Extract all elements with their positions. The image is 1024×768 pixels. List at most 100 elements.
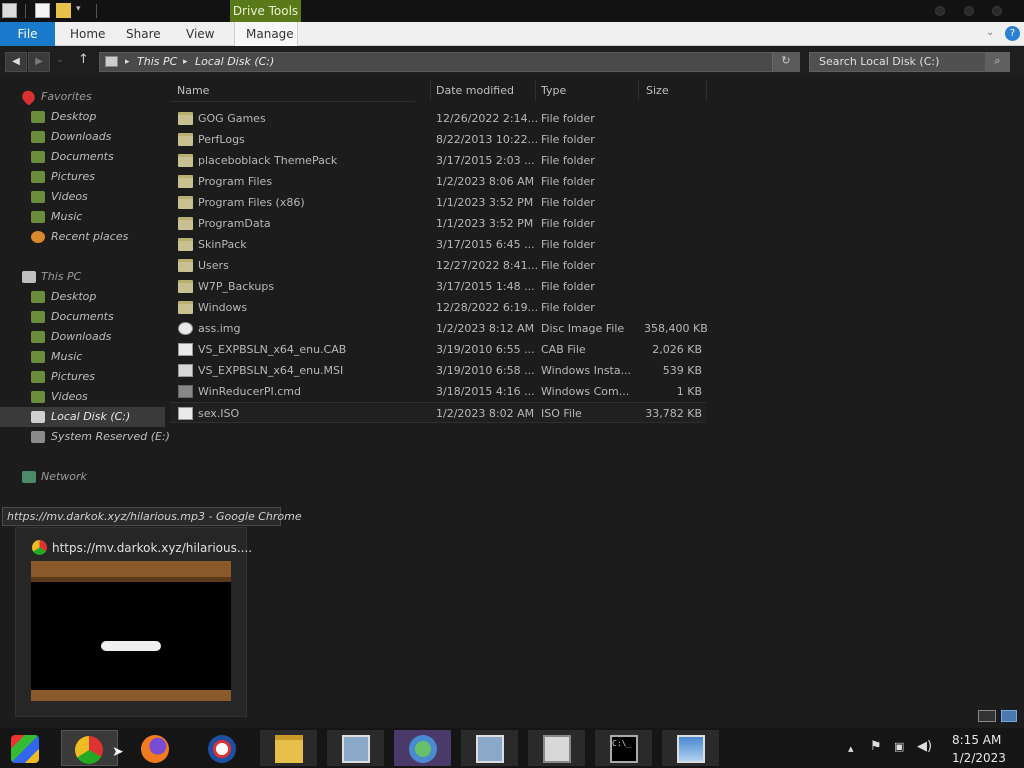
file-row[interactable]: Users 12/27/2022 8:41... File folder [170,255,706,276]
window-icon[interactable] [2,3,17,18]
up-icon[interactable]: ↑ [78,52,89,67]
file-row[interactable]: W7P_Backups 3/17/2015 1:48 ... File folder [170,276,706,297]
back-button[interactable]: ◀ [5,52,27,72]
nav-this-pc[interactable]: This PC [0,267,165,287]
expand-ribbon-icon[interactable]: ⌄ [986,27,994,38]
nav-network[interactable]: Network [0,467,165,487]
tab-file[interactable]: File [0,22,55,46]
breadcrumb-this-pc[interactable]: This PC [137,53,177,71]
folder-icon [178,217,193,230]
taskbar: ➤ C:\_ ▴ ⚑ ▣ ◀) 8:15 AM 1/2/2023 [0,728,1024,768]
taskbar-archive[interactable] [528,730,585,766]
cab-file-icon [178,343,193,356]
sidebar-item-pc-videos[interactable]: Videos [0,387,165,407]
file-row[interactable]: PerfLogs 8/22/2013 10:22... File folder [170,129,706,150]
show-hidden-icons[interactable]: ▴ [848,742,854,755]
sidebar-item-desktop[interactable]: Desktop [0,107,165,127]
ribbon-tabs: File Home Share View Manage ⌄ ? [0,22,1024,46]
sidebar-item-pc-music[interactable]: Music [0,347,165,367]
file-row[interactable]: WinReducerPI.cmd 3/18/2015 4:16 ... Window… [170,381,706,402]
tab-manage-wrapper[interactable]: Manage [234,22,298,46]
help-icon[interactable]: ? [1005,26,1020,41]
taskbar-installer[interactable] [327,730,384,766]
address-bar[interactable]: ▸ This PC ▸ Local Disk (C:) ↻ [99,52,800,72]
tab-home[interactable]: Home [70,22,105,46]
installer-icon [476,735,504,763]
taskbar-cmd[interactable]: C:\_ [595,730,652,766]
breadcrumb-arrow-icon[interactable]: ▸ [183,53,188,71]
file-row[interactable]: Program Files (x86) 1/1/2023 3:52 PM File … [170,192,706,213]
network-icon[interactable]: ▣ [894,740,904,753]
sidebar-item-documents[interactable]: Documents [0,147,165,167]
folder-icon [178,301,193,314]
close-button[interactable] [992,6,1002,16]
file-row[interactable]: ass.img 1/2/2023 8:12 AM Disc Image File 35… [170,318,708,339]
minimize-button[interactable] [935,6,945,16]
tab-manage[interactable]: Manage [246,22,294,46]
file-row[interactable]: GOG Games 12/26/2022 2:14... File folder [170,108,706,129]
new-folder-icon[interactable] [56,3,71,18]
sidebar-item-pc-desktop[interactable]: Desktop [0,287,165,307]
obama-logo-icon [208,735,236,763]
flag-icon[interactable]: ⚑ [870,739,882,754]
breadcrumb-arrow-icon[interactable]: ▸ [125,53,130,71]
search-icon[interactable]: ⌕ [985,52,1010,72]
sidebar-item-videos[interactable]: Videos [0,187,165,207]
heart-icon [19,88,38,106]
pictures-icon [31,371,45,383]
taskbar-users-app[interactable] [394,730,451,766]
search-input[interactable]: Search Local Disk (C:) ⌕ [809,52,1010,72]
column-header-size[interactable]: Size [646,84,669,97]
file-row[interactable]: ProgramData 1/1/2023 3:52 PM File folder [170,213,706,234]
clock-time[interactable]: 8:15 AM [952,733,1001,747]
file-row[interactable]: VS_EXPBSLN_x64_enu.MSI 3/19/2010 6:58 ...… [170,360,706,381]
windows-logo-icon [11,735,39,763]
clock-date[interactable]: 1/2/2023 [952,751,1006,765]
start-button[interactable] [0,730,57,766]
file-row[interactable]: VS_EXPBSLN_x64_enu.CAB 3/19/2010 6:55 ...… [170,339,706,360]
desktop-icon [31,111,45,123]
sidebar-item-music[interactable]: Music [0,207,165,227]
column-header-name[interactable]: Name [177,84,209,97]
properties-icon[interactable] [35,3,50,18]
taskbar-thumbnail[interactable]: https://mv.darkok.xyz/hilarious.... [15,527,252,717]
taskbar-file-explorer[interactable] [260,730,317,766]
recent-locations-icon[interactable]: ⌄ [56,55,64,65]
maximize-button[interactable] [964,6,974,16]
sidebar-item-recent-places[interactable]: Recent places [0,227,165,247]
taskbar-installer-2[interactable] [461,730,518,766]
forward-button[interactable]: ▶ [28,52,50,72]
breadcrumb-local-disk[interactable]: Local Disk (C:) [195,53,274,71]
nav-favorites[interactable]: Favorites [0,87,165,107]
sidebar-item-downloads[interactable]: Downloads [0,127,165,147]
sidebar-item-system-reserved[interactable]: System Reserved (E:) [0,427,170,447]
file-row[interactable]: placeboblack ThemePack 3/17/2015 2:03 ...… [170,150,706,171]
folder-icon [178,259,193,272]
details-view-icon[interactable] [978,710,996,722]
sidebar-item-pc-downloads[interactable]: Downloads [0,327,165,347]
sidebar-item-pictures[interactable]: Pictures [0,167,165,187]
taskbar-chrome[interactable] [61,730,118,766]
file-row[interactable]: Program Files 1/2/2023 8:06 AM File folder [170,171,706,192]
column-header-date[interactable]: Date modified [436,84,514,97]
file-row[interactable]: sex.ISO 1/2/2023 8:02 AM ISO File 33,782 KB [170,402,706,423]
disc-image-icon [178,322,193,335]
file-row[interactable]: SkinPack 3/17/2015 6:45 ... File folder [170,234,706,255]
tab-view[interactable]: View [186,22,214,46]
taskbar-obama-app[interactable] [193,730,250,766]
sidebar-item-pc-documents[interactable]: Documents [0,307,165,327]
cmd-icon: C:\_ [610,735,638,763]
chrome-icon [32,540,47,555]
tab-share[interactable]: Share [126,22,161,46]
sidebar-item-pc-pictures[interactable]: Pictures [0,367,165,387]
taskbar-photo-viewer[interactable] [662,730,719,766]
sidebar-item-local-disk[interactable]: Local Disk (C:) [0,407,165,427]
volume-icon[interactable]: ◀) [917,739,932,754]
customize-qat-icon[interactable]: ▾ [76,4,81,14]
archive-icon [543,735,571,763]
large-icons-view-icon[interactable] [1001,710,1017,722]
column-header-type[interactable]: Type [541,84,566,97]
file-row[interactable]: Windows 12/28/2022 6:19... File folder [170,297,706,318]
refresh-icon[interactable]: ↻ [772,52,799,72]
taskbar-firefox[interactable] [126,730,183,766]
